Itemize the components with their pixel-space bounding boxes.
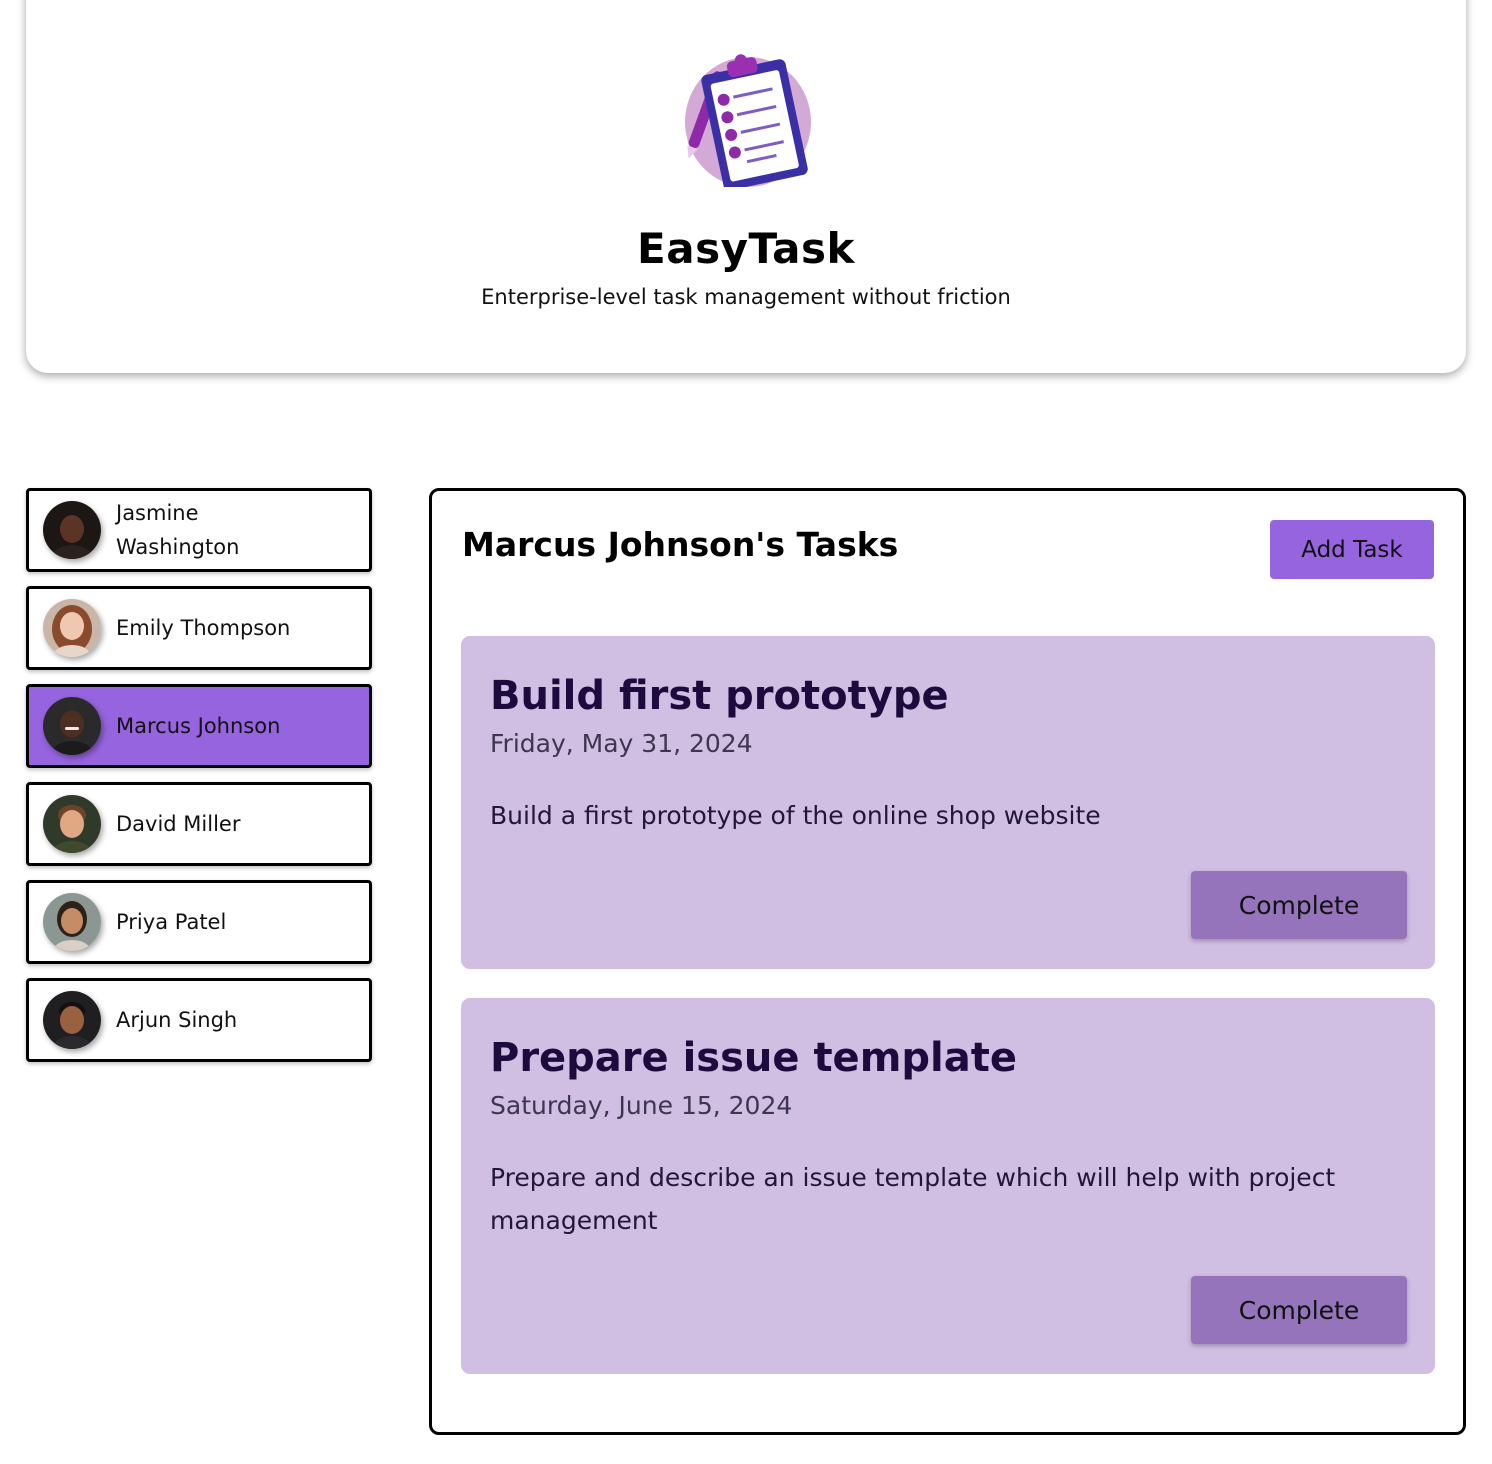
avatar bbox=[43, 599, 101, 657]
avatar bbox=[43, 501, 101, 559]
task-date: Friday, May 31, 2024 bbox=[490, 729, 753, 758]
app-subtitle: Enterprise-level task management without… bbox=[481, 285, 1011, 309]
user-item-priya-patel[interactable]: Priya Patel bbox=[26, 880, 372, 964]
user-name: David Miller bbox=[116, 812, 241, 836]
task-date: Saturday, June 15, 2024 bbox=[490, 1091, 793, 1120]
tasks-title: Marcus Johnson's Tasks bbox=[462, 525, 899, 564]
task-title: Prepare issue template bbox=[490, 1035, 1017, 1081]
user-item-emily-thompson[interactable]: Emily Thompson bbox=[26, 586, 372, 670]
user-name: Marcus Johnson bbox=[116, 714, 281, 738]
user-item-jasmine-washington[interactable]: Jasmine Washington bbox=[26, 488, 372, 572]
avatar bbox=[43, 795, 101, 853]
task-card: Prepare issue template Saturday, June 15… bbox=[461, 998, 1435, 1374]
task-description: Build a first prototype of the online sh… bbox=[490, 801, 1101, 830]
user-name: Priya Patel bbox=[116, 910, 227, 934]
user-name: Jasmine Washington bbox=[116, 501, 240, 559]
user-item-arjun-singh[interactable]: Arjun Singh bbox=[26, 978, 372, 1062]
add-task-button[interactable]: Add Task bbox=[1270, 520, 1434, 579]
users-list: Jasmine Washington Emily Thompson Marcus… bbox=[26, 488, 372, 1076]
complete-button[interactable]: Complete bbox=[1191, 1276, 1407, 1344]
clipboard-checklist-icon bbox=[685, 54, 811, 187]
user-item-david-miller[interactable]: David Miller bbox=[26, 782, 372, 866]
tasks-panel: Marcus Johnson's Tasks Add Task Build fi… bbox=[429, 488, 1466, 1435]
app-title: EasyTask bbox=[637, 224, 855, 273]
task-title: Build first prototype bbox=[490, 673, 949, 719]
avatar bbox=[43, 893, 101, 951]
app-header: EasyTask Enterprise-level task managemen… bbox=[26, 0, 1466, 373]
avatar bbox=[43, 697, 101, 755]
user-name: Emily Thompson bbox=[116, 616, 291, 640]
user-name: Arjun Singh bbox=[116, 1008, 238, 1032]
complete-button[interactable]: Complete bbox=[1191, 871, 1407, 939]
user-item-marcus-johnson[interactable]: Marcus Johnson bbox=[26, 684, 372, 768]
task-description: Prepare and describe an issue template w… bbox=[490, 1163, 1336, 1235]
task-card: Build first prototype Friday, May 31, 20… bbox=[461, 636, 1435, 969]
avatar bbox=[43, 991, 101, 1049]
